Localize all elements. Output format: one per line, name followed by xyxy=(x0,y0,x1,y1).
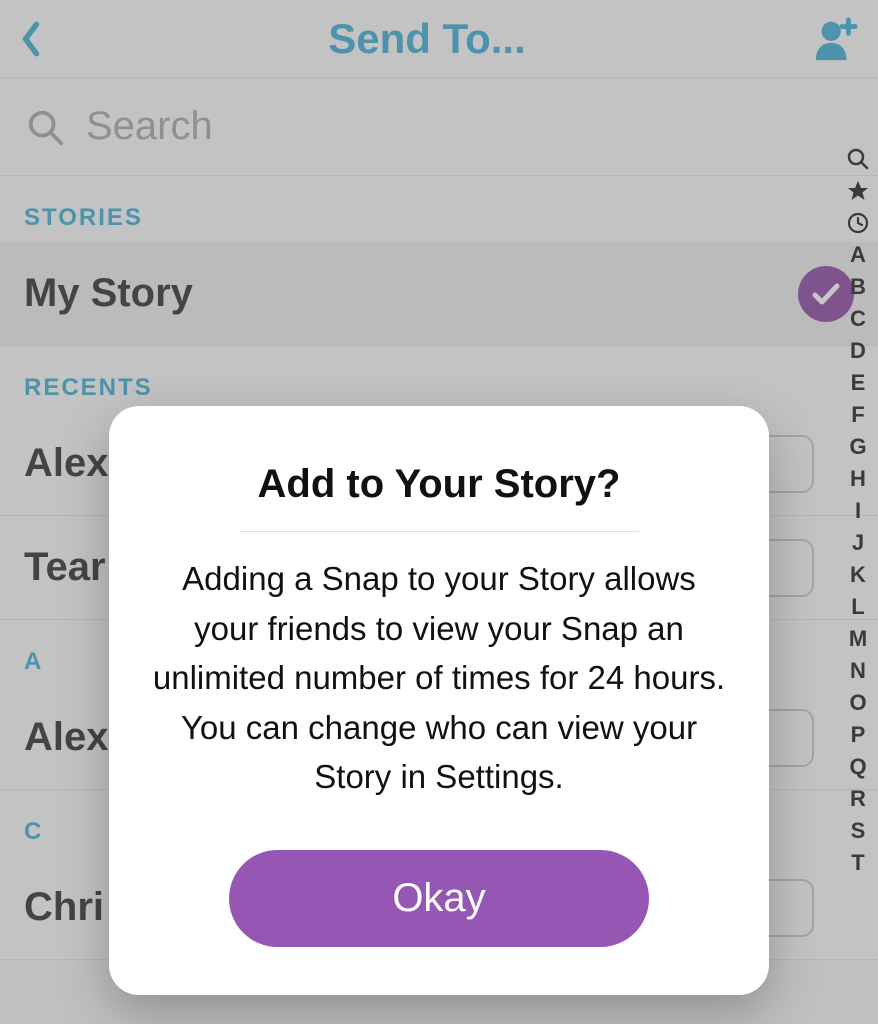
contact-name: Alex xyxy=(24,715,109,760)
search-input[interactable] xyxy=(86,104,852,149)
add-friend-icon xyxy=(812,16,858,62)
chevron-left-icon xyxy=(20,20,42,58)
star-icon[interactable] xyxy=(847,180,869,202)
my-story-label: My Story xyxy=(24,271,193,316)
index-letter[interactable]: A xyxy=(850,244,866,266)
index-letter[interactable]: N xyxy=(850,660,866,682)
index-letter[interactable]: T xyxy=(851,852,864,874)
index-letter[interactable]: F xyxy=(851,404,864,426)
index-letter[interactable]: D xyxy=(850,340,866,362)
index-letter[interactable]: P xyxy=(851,724,866,746)
dialog-title: Add to Your Story? xyxy=(151,462,727,507)
contact-name: Tear xyxy=(24,545,106,590)
index-letter[interactable]: B xyxy=(850,276,866,298)
add-friend-button[interactable] xyxy=(812,16,858,62)
section-header-stories: STORIES xyxy=(0,176,878,242)
index-letter[interactable]: Q xyxy=(849,756,866,778)
search-icon xyxy=(26,108,64,146)
alpha-index[interactable]: A B C D E F G H I J K L M N O P Q R S T xyxy=(842,148,874,874)
index-letter[interactable]: I xyxy=(855,500,861,522)
clock-icon[interactable] xyxy=(847,212,869,234)
index-letter[interactable]: K xyxy=(850,564,866,586)
okay-button[interactable]: Okay xyxy=(229,850,649,947)
page-title: Send To... xyxy=(328,15,526,63)
dialog-body: Adding a Snap to your Story allows your … xyxy=(151,554,727,802)
back-button[interactable] xyxy=(20,20,42,58)
contact-name: Chri xyxy=(24,885,104,930)
index-letter[interactable]: E xyxy=(851,372,866,394)
my-story-row[interactable]: My Story xyxy=(0,242,878,346)
index-letter[interactable]: L xyxy=(851,596,864,618)
index-letter[interactable]: G xyxy=(849,436,866,458)
index-letter[interactable]: M xyxy=(849,628,867,650)
header-bar: Send To... xyxy=(0,0,878,78)
index-letter[interactable]: S xyxy=(851,820,866,842)
contact-name: Alex xyxy=(24,441,109,486)
index-letter[interactable]: C xyxy=(850,308,866,330)
index-letter[interactable]: R xyxy=(850,788,866,810)
divider xyxy=(239,531,639,532)
section-header-recents: RECENTS xyxy=(0,346,878,412)
add-story-dialog: Add to Your Story? Adding a Snap to your… xyxy=(109,406,769,995)
search-icon[interactable] xyxy=(847,148,869,170)
search-bar[interactable] xyxy=(0,78,878,176)
index-letter[interactable]: J xyxy=(852,532,864,554)
index-letter[interactable]: H xyxy=(850,468,866,490)
index-letter[interactable]: O xyxy=(849,692,866,714)
